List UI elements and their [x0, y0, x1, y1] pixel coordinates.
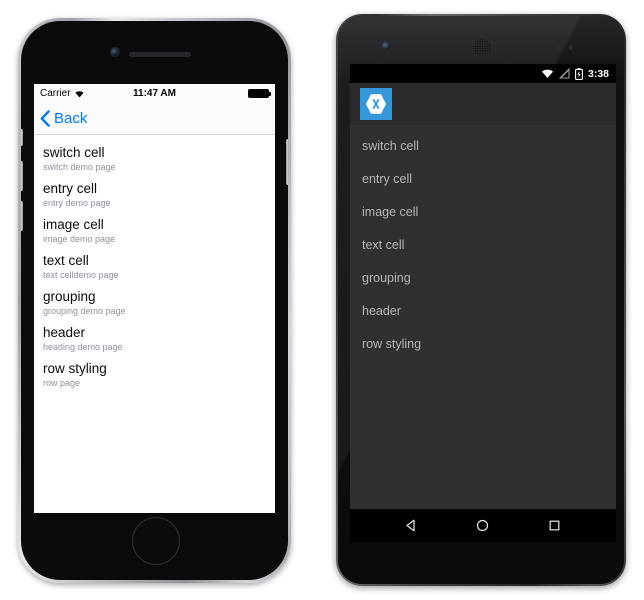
battery-full-icon: [248, 89, 271, 98]
list-item[interactable]: row styling row page: [34, 357, 275, 393]
list-item-subtitle: grouping demo page: [43, 306, 126, 316]
iphone-volume-down-button[interactable]: [21, 201, 23, 231]
ios-status-bar: Carrier 11:47 AM: [34, 84, 275, 103]
iphone-power-button[interactable]: [286, 139, 288, 185]
chevron-left-icon: [40, 110, 50, 127]
android-sensor-array: [556, 46, 578, 50]
list-item-title: image cell: [43, 217, 104, 232]
battery-charging-icon: [575, 67, 583, 80]
android-device: 3:38 switch cell entry cell image cell t…: [336, 14, 626, 586]
list-item[interactable]: header: [350, 295, 616, 328]
list-item[interactable]: entry cell: [350, 163, 616, 196]
iphone-screen: Carrier 11:47 AM Back switch cell switch…: [34, 84, 275, 513]
list-item[interactable]: image cell: [350, 196, 616, 229]
list-item-title: switch cell: [43, 145, 105, 160]
list-item-title: entry cell: [43, 181, 98, 196]
android-list: switch cell entry cell image cell text c…: [350, 125, 616, 509]
android-front-camera-icon: [382, 42, 390, 50]
signal-no-service-icon: [558, 68, 570, 79]
list-item[interactable]: row styling: [350, 328, 616, 361]
home-circle-icon[interactable]: [475, 518, 490, 533]
list-item[interactable]: image cell image demo page: [34, 213, 275, 249]
iphone-device: Carrier 11:47 AM Back switch cell switch…: [18, 18, 291, 583]
back-triangle-icon[interactable]: [404, 518, 419, 533]
android-clock: 3:38: [587, 67, 609, 80]
device-comparison-stage: Carrier 11:47 AM Back switch cell switch…: [0, 0, 644, 600]
list-item[interactable]: entry cell entry demo page: [34, 177, 275, 213]
list-item-title: row styling: [43, 361, 107, 376]
ios-list: switch cell switch demo page entry cell …: [34, 135, 275, 393]
android-screen: 3:38 switch cell entry cell image cell t…: [350, 64, 616, 542]
list-item[interactable]: header heading demo page: [34, 321, 275, 357]
android-navigation-bar: [350, 509, 616, 542]
android-earpiece-speaker: [472, 38, 492, 58]
iphone-ring-switch[interactable]: [21, 129, 23, 146]
list-item-subtitle: row page: [43, 378, 81, 388]
list-item[interactable]: grouping grouping demo page: [34, 285, 275, 321]
ios-clock: 11:47 AM: [133, 88, 176, 99]
xamarin-logo-icon: [360, 88, 392, 120]
list-item[interactable]: text cell: [350, 229, 616, 262]
list-item[interactable]: grouping: [350, 262, 616, 295]
ios-navigation-bar: Back: [34, 103, 275, 135]
list-item[interactable]: text cell text celldemo page: [34, 249, 275, 285]
back-button[interactable]: Back: [40, 110, 87, 127]
iphone-front-camera-icon: [110, 48, 119, 56]
list-item-subtitle: heading demo page: [43, 342, 123, 352]
list-item-title: grouping: [43, 289, 96, 304]
list-item-subtitle: image demo page: [43, 234, 116, 244]
list-item-subtitle: switch demo page: [43, 162, 116, 172]
back-button-label: Back: [54, 110, 88, 127]
xamarin-hexagon-glyph: [366, 94, 386, 114]
list-item-title: header: [43, 325, 86, 340]
list-item[interactable]: switch cell switch demo page: [34, 141, 275, 177]
list-item-subtitle: entry demo page: [43, 198, 111, 208]
iphone-body: Carrier 11:47 AM Back switch cell switch…: [21, 21, 288, 580]
list-item[interactable]: switch cell: [350, 130, 616, 163]
recents-square-icon[interactable]: [547, 518, 562, 533]
iphone-home-button[interactable]: [131, 517, 180, 565]
android-app-bar: [350, 83, 616, 125]
list-item-title: text cell: [43, 253, 89, 268]
wifi-icon: [541, 69, 553, 78]
iphone-earpiece-speaker: [128, 52, 191, 57]
ios-status-right: [248, 89, 271, 98]
android-status-bar: 3:38: [350, 64, 616, 83]
android-body: 3:38 switch cell entry cell image cell t…: [338, 16, 624, 584]
list-item-subtitle: text celldemo page: [43, 270, 119, 280]
iphone-volume-up-button[interactable]: [21, 161, 23, 191]
